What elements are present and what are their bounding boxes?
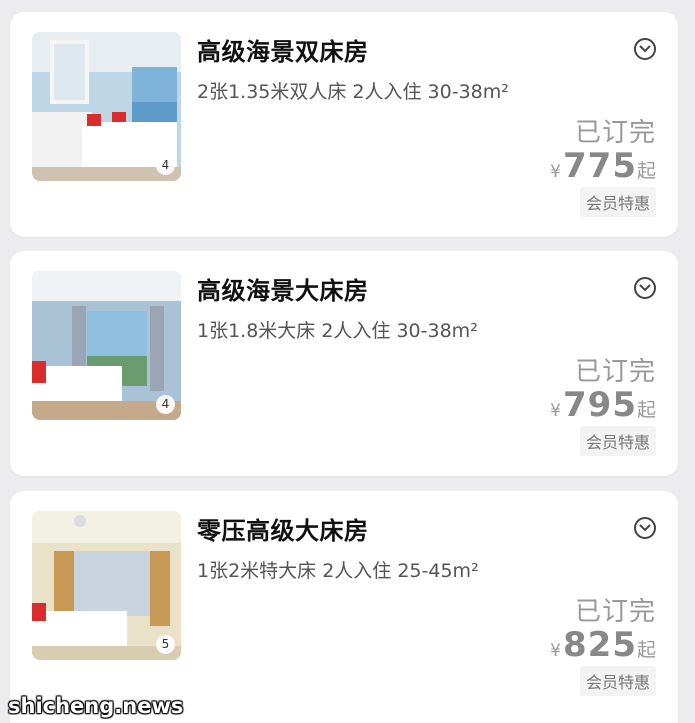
room-description: 1张1.8米大床 2人入住 30-38m² bbox=[197, 320, 478, 342]
currency-symbol: ¥ bbox=[550, 162, 561, 182]
room-title: 高级海景大床房 bbox=[197, 277, 369, 305]
currency-symbol: ¥ bbox=[550, 401, 561, 421]
price-amount: 825 bbox=[563, 625, 637, 665]
photo-count-badge: 4 bbox=[156, 395, 175, 414]
room-photo[interactable]: 4 bbox=[32, 271, 181, 420]
room-photo[interactable]: 5 bbox=[32, 511, 181, 660]
price-suffix: 起 bbox=[636, 399, 656, 421]
price-suffix: 起 bbox=[636, 639, 656, 661]
photo-count-badge: 4 bbox=[156, 156, 175, 175]
price-amount: 795 bbox=[563, 385, 637, 425]
member-discount-badge: 会员特惠 bbox=[579, 666, 656, 696]
photo-count-badge: 5 bbox=[156, 635, 175, 654]
price-suffix: 起 bbox=[636, 160, 656, 182]
room-card[interactable]: 4 高级海景大床房 1张1.8米大床 2人入住 30-38m² 已订完 ¥795… bbox=[10, 251, 678, 476]
chevron-down-circle-icon[interactable] bbox=[634, 517, 656, 539]
room-photo[interactable]: 4 bbox=[32, 32, 181, 181]
chevron-down-circle-icon[interactable] bbox=[634, 38, 656, 60]
room-description: 2张1.35米双人床 2人入住 30-38m² bbox=[197, 81, 509, 103]
price: ¥775起 bbox=[550, 146, 656, 186]
room-title: 零压高级大床房 bbox=[197, 517, 369, 545]
sold-out-status: 已订完 bbox=[574, 357, 656, 387]
chevron-down-circle-icon[interactable] bbox=[634, 277, 656, 299]
sold-out-status: 已订完 bbox=[574, 597, 656, 627]
price-amount: 775 bbox=[563, 146, 637, 186]
room-card[interactable]: 4 高级海景双床房 2张1.35米双人床 2人入住 30-38m² 已订完 ¥7… bbox=[10, 12, 678, 237]
room-description: 1张2米特大床 2人入住 25-45m² bbox=[197, 560, 479, 582]
sold-out-status: 已订完 bbox=[574, 118, 656, 148]
currency-symbol: ¥ bbox=[550, 641, 561, 661]
price: ¥795起 bbox=[550, 385, 656, 425]
member-discount-badge: 会员特惠 bbox=[579, 426, 656, 456]
watermark: shicheng.news bbox=[8, 694, 184, 718]
price: ¥825起 bbox=[550, 625, 656, 665]
room-card[interactable]: 5 零压高级大床房 1张2米特大床 2人入住 25-45m² 已订完 ¥825起… bbox=[10, 491, 678, 723]
room-title: 高级海景双床房 bbox=[197, 38, 369, 66]
member-discount-badge: 会员特惠 bbox=[579, 187, 656, 217]
